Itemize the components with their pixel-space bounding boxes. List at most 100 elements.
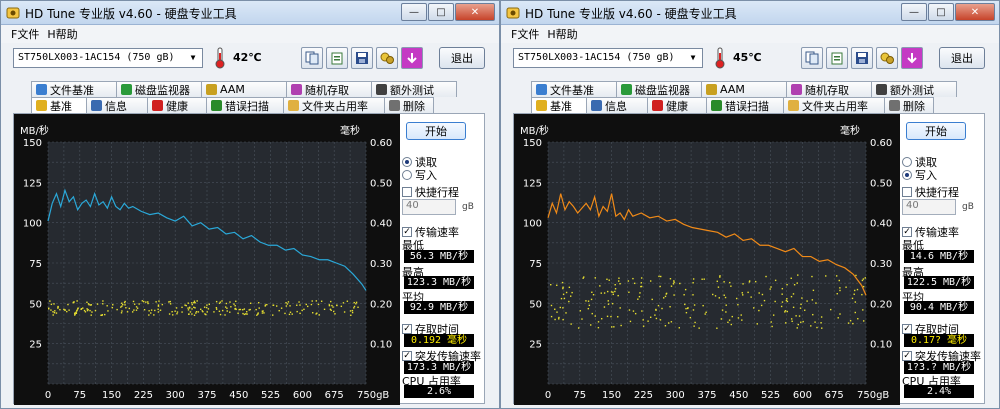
quick-stroke-box[interactable]: [402, 187, 412, 197]
menu-file[interactable]: F文件: [11, 26, 39, 42]
quick-stroke-input[interactable]: 40: [402, 199, 456, 215]
access-time-point: [357, 306, 359, 308]
write-radio-dot[interactable]: [402, 170, 412, 180]
tab-bottom-1[interactable]: 信息: [86, 97, 148, 113]
tab-top-0[interactable]: 文件基准: [31, 81, 117, 97]
exit-button[interactable]: 退出: [439, 47, 485, 69]
download-button[interactable]: [401, 47, 423, 69]
drive-select[interactable]: ST750LX003-1AC154 (750 gB) ▼: [513, 48, 703, 68]
tab-top-3[interactable]: 随机存取: [786, 81, 872, 97]
save-button[interactable]: [351, 47, 373, 69]
save-icon: [356, 52, 368, 64]
save-button[interactable]: [851, 47, 873, 69]
maximize-button[interactable]: □: [928, 3, 954, 21]
access-time-point: [796, 327, 798, 329]
quick-stroke-input[interactable]: 40: [902, 199, 956, 215]
tab-bottom-0[interactable]: 基准: [531, 97, 587, 113]
access-time-point: [82, 307, 84, 309]
access-time-point: [124, 304, 126, 306]
tab-top-4[interactable]: 额外测试: [871, 81, 957, 97]
tab-bottom-3[interactable]: 错误扫描: [706, 97, 784, 113]
tab-icon: [36, 84, 47, 95]
y2-tick-label: 0.50: [870, 178, 892, 189]
access-time-point: [825, 275, 827, 277]
transfer-rate-box[interactable]: ✓: [402, 227, 412, 237]
access-time-point: [298, 301, 300, 303]
access-time-point: [563, 297, 566, 300]
menu-help[interactable]: H帮助: [547, 26, 577, 42]
options-button[interactable]: [376, 47, 398, 69]
tab-icon: [91, 100, 102, 111]
tab-top-2[interactable]: AAM: [201, 81, 287, 97]
access-time-point: [796, 282, 798, 284]
start-button[interactable]: 开始: [406, 122, 466, 140]
tab-top-1[interactable]: 磁盘监视器: [116, 81, 202, 97]
close-button[interactable]: ✕: [455, 3, 495, 21]
tab-bottom-4[interactable]: 文件夹占用率: [783, 97, 885, 113]
write-radio[interactable]: 写入: [902, 167, 937, 183]
tab-bottom-3[interactable]: 错误扫描: [206, 97, 284, 113]
tab-bottom-5[interactable]: 删除: [384, 97, 434, 113]
tab-top-2[interactable]: AAM: [701, 81, 787, 97]
minimize-button[interactable]: —: [401, 3, 427, 21]
access-time-point: [225, 302, 228, 305]
quick-stroke-box[interactable]: [902, 187, 912, 197]
quick-stroke-checkbox[interactable]: 快捷行程: [902, 184, 959, 200]
exit-button[interactable]: 退出: [939, 47, 985, 69]
access-time-point: [88, 304, 90, 306]
access-time-point: [692, 278, 695, 280]
close-button[interactable]: ✕: [955, 3, 995, 21]
options-button[interactable]: [876, 47, 898, 69]
start-button[interactable]: 开始: [906, 122, 966, 140]
access-time-point: [59, 308, 61, 311]
copy-info-button[interactable]: [801, 47, 823, 69]
read-radio-dot[interactable]: [902, 157, 912, 167]
drive-select[interactable]: ST750LX003-1AC154 (750 gB) ▼: [13, 48, 203, 68]
transfer-rate-box[interactable]: ✓: [902, 227, 912, 237]
tab-top-1[interactable]: 磁盘监视器: [616, 81, 702, 97]
download-button[interactable]: [901, 47, 923, 69]
tab-top-3[interactable]: 随机存取: [286, 81, 372, 97]
tab-bottom-1[interactable]: 信息: [586, 97, 648, 113]
copy-screenshot-button[interactable]: [826, 47, 848, 69]
access-time-point: [594, 277, 596, 279]
access-time-point: [851, 297, 854, 300]
tab-label: AAM: [720, 83, 745, 96]
title-bar[interactable]: HD Tune 专业版 v4.60 - 硬盘专业工具 — □ ✕: [501, 1, 999, 25]
access-time-box[interactable]: ✓: [402, 324, 412, 334]
chevron-down-icon[interactable]: ▼: [186, 51, 200, 65]
menu-file[interactable]: F文件: [511, 26, 539, 42]
tab-row-bottom: 基准 信息 健康 错误扫描 文件夹占用率 删除: [531, 97, 934, 113]
write-radio-dot[interactable]: [902, 170, 912, 180]
title-bar[interactable]: HD Tune 专业版 v4.60 - 硬盘专业工具 — □ ✕: [1, 1, 499, 25]
copy-info-button[interactable]: [301, 47, 323, 69]
access-time-point: [193, 306, 195, 308]
chevron-down-icon[interactable]: ▼: [686, 51, 700, 65]
access-time-point: [128, 307, 131, 310]
tab-bottom-5[interactable]: 删除: [884, 97, 934, 113]
tab-bottom-0[interactable]: 基准: [31, 97, 87, 113]
copy-screenshot-button[interactable]: [326, 47, 348, 69]
burst-rate-box[interactable]: ✓: [402, 351, 412, 361]
minimize-button[interactable]: —: [901, 3, 927, 21]
write-radio[interactable]: 写入: [402, 167, 437, 183]
tab-bottom-2[interactable]: 健康: [647, 97, 707, 113]
menu-help[interactable]: H帮助: [47, 26, 77, 42]
access-time-box[interactable]: ✓: [902, 324, 912, 334]
read-radio-dot[interactable]: [402, 157, 412, 167]
maximize-button[interactable]: □: [428, 3, 454, 21]
tab-bottom-4[interactable]: 文件夹占用率: [283, 97, 385, 113]
tab-top-4[interactable]: 额外测试: [371, 81, 457, 97]
tab-top-0[interactable]: 文件基准: [531, 81, 617, 97]
burst-rate-box[interactable]: ✓: [902, 351, 912, 361]
access-time-point: [654, 314, 656, 316]
access-time-point: [670, 285, 673, 287]
access-time-point: [639, 292, 641, 294]
access-time-point: [651, 298, 653, 301]
quick-stroke-checkbox[interactable]: 快捷行程: [402, 184, 459, 200]
y2-axis-label: 毫秒: [340, 124, 360, 137]
access-time-point: [617, 280, 620, 282]
access-time-point: [53, 311, 56, 314]
tab-bottom-2[interactable]: 健康: [147, 97, 207, 113]
access-time-point: [191, 302, 193, 304]
